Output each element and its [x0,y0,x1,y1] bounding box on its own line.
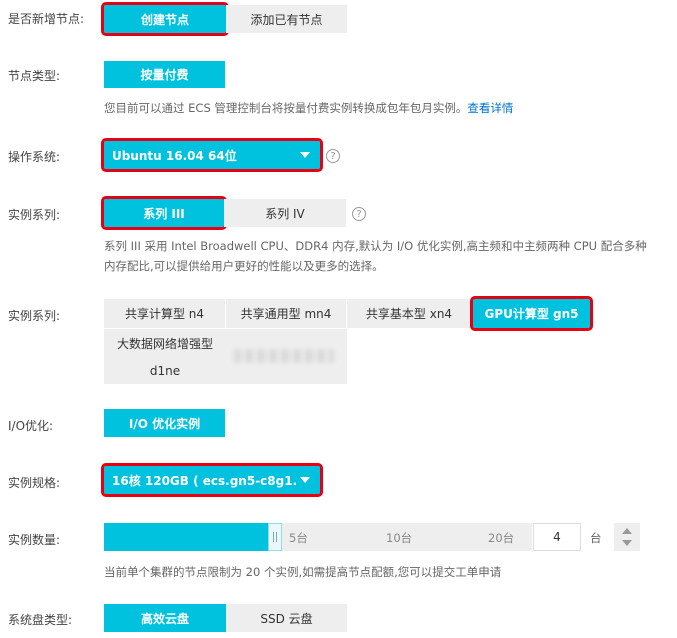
add-existing-node-button[interactable]: 添加已有节点 [226,5,347,33]
slider-tick-5: 5台 [289,531,308,545]
count-description: 当前单个集群的节点限制为 20 个实例,如需提高节点配额,您可以提交工单申请 [104,565,502,579]
slider-fill [104,523,275,551]
series-description: 系列 III 采用 Intel Broadwell CPU、DDR4 内存,默认… [104,236,674,276]
efficient-cloud-disk-button[interactable]: 高效云盘 [104,604,226,632]
series-label: 实例系列: [8,208,61,222]
create-node-button[interactable]: 创建节点 [101,2,229,36]
pay-as-you-go-button[interactable]: 按量付费 [104,61,225,88]
spin-down-icon[interactable] [622,540,632,546]
family-mn4-button[interactable]: 共享通用型 mn4 [226,299,347,328]
count-label: 实例数量: [8,533,61,547]
slider-tick-10: 10台 [386,531,413,545]
node-type-description: 您目前可以通过 ECS 管理控制台将按量付费实例转换成包年包月实例。查看详情 [104,98,513,118]
series-desc-line-1: 系列 III 采用 Intel Broadwell CPU、DDR4 内存,默认… [104,239,647,253]
slider-grip-icon[interactable] [268,523,282,551]
help-circle-icon[interactable]: ? [352,207,366,221]
os-select[interactable]: Ubuntu 16.04 64位 [101,138,323,172]
os-label: 操作系统: [8,150,61,164]
family-blurred-option[interactable] [226,329,347,384]
series-desc-line-2: 内存配比,可以提供给用户更好的性能以及更多的选择。 [104,259,384,273]
family-gn5-button[interactable]: GPU计算型 gn5 [470,296,593,331]
view-details-link[interactable]: 查看详情 [467,101,513,115]
caret-down-icon [300,477,310,483]
instance-count-input[interactable]: 4 [533,523,581,551]
spin-up-icon[interactable] [622,528,632,534]
family-d1ne-button[interactable]: 大数据网络增强型 d1ne [104,329,226,384]
family-n4-button[interactable]: 共享计算型 n4 [104,299,226,328]
ssd-cloud-disk-button[interactable]: SSD 云盘 [226,604,347,632]
series-iii-button[interactable]: 系列 III [101,196,227,230]
count-stepper[interactable] [614,523,640,551]
node-type-desc-text: 您目前可以通过 ECS 管理控制台将按量付费实例转换成包年包月实例。 [104,101,468,115]
blurred-label [234,349,334,363]
spec-label: 实例规格: [8,476,61,490]
caret-down-icon [300,152,310,158]
family-label: 实例系列: [8,309,61,323]
spec-select-value: 16核 120GB ( ecs.gn5-c8g1.4xl... [112,473,296,488]
count-unit: 台 [590,531,602,545]
disk-label: 系统盘类型: [8,613,73,627]
help-circle-icon[interactable]: ? [326,149,340,163]
add-node-label: 是否新增节点: [8,12,85,26]
d1ne-label-line-1: 大数据网络增强型 [116,337,213,351]
d1ne-label-line-2: d1ne [149,364,181,378]
spec-select[interactable]: 16核 120GB ( ecs.gn5-c8g1.4xl... [101,463,323,497]
family-xn4-button[interactable]: 共享基本型 xn4 [347,299,471,328]
node-type-label: 节点类型: [8,69,61,83]
series-iv-button[interactable]: 系列 IV [224,199,346,227]
os-select-value: Ubuntu 16.04 64位 [112,148,237,163]
io-label: I/O优化: [8,419,54,433]
io-optimized-button[interactable]: I/O 优化实例 [104,409,225,437]
slider-tick-20: 20台 [488,531,515,545]
